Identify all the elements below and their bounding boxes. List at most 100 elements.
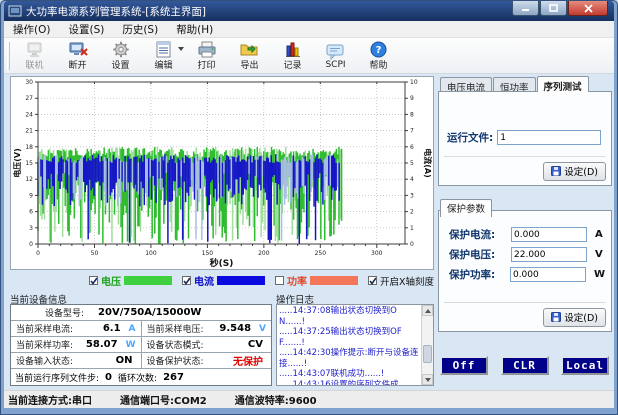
toolbar-help-button[interactable]: ? 帮助 bbox=[357, 39, 400, 73]
legend-checkbox-1[interactable] bbox=[181, 276, 191, 285]
toolbar-label: 打印 bbox=[197, 61, 216, 71]
protection-field-input[interactable] bbox=[509, 267, 586, 282]
print-icon bbox=[197, 40, 217, 58]
toolbar-label: 记录 bbox=[283, 61, 302, 71]
run-file-label: 运行文件: bbox=[447, 132, 494, 144]
legend-checkbox-2[interactable] bbox=[274, 276, 284, 285]
protection-field-unit: A bbox=[595, 229, 603, 240]
legend-label: 电流 bbox=[193, 277, 214, 288]
status-bar: 当前连接方式:串口 通信端口号:COM2 通信波特率:9600 bbox=[4, 390, 614, 408]
device-info-cell: 设备状态模式: CV bbox=[140, 337, 272, 352]
svg-text:24: 24 bbox=[25, 111, 33, 118]
legend-swatch bbox=[216, 276, 265, 285]
svg-text:27: 27 bbox=[25, 95, 33, 102]
dropdown-arrow-icon[interactable] bbox=[178, 46, 184, 51]
svg-text:4: 4 bbox=[410, 176, 414, 183]
device-info-cell: 当前采样功率: 58.07 W bbox=[11, 337, 141, 352]
menu-item-1[interactable]: 设置(S) bbox=[59, 21, 113, 38]
protection-params-panel: 保护参数 保护电流: A 保护电压: V 保护功率: W 设定(D) bbox=[438, 196, 612, 332]
disconnect-icon bbox=[68, 40, 88, 58]
protection-field-label: 保护电压: bbox=[449, 249, 496, 261]
cell-label: 设备输入状态: bbox=[16, 357, 74, 367]
svg-text:12: 12 bbox=[25, 176, 33, 183]
toolbar-scpi-button[interactable]: SCPI bbox=[314, 39, 357, 73]
close-button[interactable] bbox=[568, 1, 608, 16]
protection-field-input[interactable] bbox=[511, 247, 587, 262]
legend-checkbox-0[interactable] bbox=[88, 276, 98, 285]
toolbar-print-button[interactable]: 打印 bbox=[185, 39, 228, 73]
protection-field-unit: V bbox=[595, 249, 603, 260]
local-button[interactable]: Local bbox=[561, 356, 609, 375]
seq-step-value: 0 bbox=[105, 371, 113, 383]
status-item-2: 通信波特率:9600 bbox=[234, 396, 317, 407]
cell-unit: V bbox=[259, 323, 266, 334]
svg-text:18: 18 bbox=[25, 144, 33, 151]
svg-text:1: 1 bbox=[410, 225, 414, 232]
telemetry-chart: 0369121518212427300123456789100 50 100 150 2… bbox=[12, 79, 433, 269]
legend-axis-toggle: 开启X轴刻度 bbox=[367, 274, 434, 288]
scrollbar-thumb[interactable] bbox=[423, 345, 432, 363]
sequence-set-button[interactable]: 设定(D) bbox=[543, 162, 606, 181]
toolbar-label: 联机 bbox=[25, 61, 44, 71]
axis-toggle-checkbox[interactable] bbox=[367, 276, 377, 285]
loop-count-label: 循环次数: bbox=[118, 373, 158, 384]
svg-text:0: 0 bbox=[29, 241, 33, 248]
toolbar-settings-button[interactable]: 设置 bbox=[99, 39, 142, 73]
device-info-row: 当前采样电流: 6.1 A 当前采样电压: 9.548 V bbox=[11, 321, 271, 337]
legend-item-0: 电压 bbox=[88, 273, 172, 288]
tab-2[interactable]: 序列测试 bbox=[536, 76, 589, 93]
svg-text:3: 3 bbox=[410, 192, 414, 199]
log-scrollbar[interactable] bbox=[421, 305, 433, 385]
protection-field-label: 保护功率: bbox=[449, 269, 496, 281]
maximize-button[interactable] bbox=[540, 1, 567, 16]
toolbar-edit-button[interactable]: 编辑 bbox=[142, 39, 185, 73]
toolbar-record-button[interactable]: 记录 bbox=[271, 39, 314, 73]
protection-set-button[interactable]: 设定(D) bbox=[543, 308, 606, 327]
toolbar-connect-button[interactable]: 联机 bbox=[13, 39, 56, 73]
scpi-icon bbox=[326, 42, 345, 60]
window-title: 大功率电源系列管理系统-[系统主界面] bbox=[26, 5, 206, 18]
toolbar: 联机 断开 设置 编辑 打印 导出 记录 SCPI? 帮助 bbox=[4, 38, 614, 74]
svg-text:50: 50 bbox=[91, 250, 99, 257]
sequence-step-row: 当前运行序列文件步: 0 循环次数: 267 bbox=[11, 369, 271, 385]
legend-swatch bbox=[309, 276, 358, 285]
right-panel: 电压电流恒功率序列测试 运行文件: 设定(D) bbox=[438, 76, 615, 388]
clr-button[interactable]: CLR bbox=[500, 356, 549, 375]
protection-field-input[interactable] bbox=[511, 227, 587, 242]
svg-text:9: 9 bbox=[410, 95, 414, 102]
off-button[interactable]: Off bbox=[440, 356, 488, 375]
status-item-1: 通信端口号:COM2 bbox=[120, 396, 207, 407]
svg-text:?: ? bbox=[376, 45, 382, 56]
device-info-cell: 当前采样电压: 9.548 V bbox=[140, 321, 272, 336]
app-icon bbox=[8, 4, 22, 18]
svg-text:9: 9 bbox=[29, 192, 33, 199]
toolbar-disconnect-button[interactable]: 断开 bbox=[56, 39, 99, 73]
help-icon: ? bbox=[370, 40, 387, 58]
settings-tab-control: 电压电流恒功率序列测试 运行文件: 设定(D) bbox=[438, 76, 612, 186]
log-entry: .....14:42:30操作提示:断开与设备连接......! bbox=[279, 348, 419, 369]
chart-legend: 电压 电流 功率 开启X轴刻度 bbox=[10, 273, 434, 288]
app-window: 大功率电源系列管理系统-[系统主界面] 操作(O) 设置(S) 历史(S) 帮助(H)… bbox=[0, 0, 618, 415]
status-item-0: 当前连接方式:串口 bbox=[8, 396, 92, 407]
scroll-up-icon[interactable] bbox=[422, 305, 433, 316]
svg-text:电压(V): 电压(V) bbox=[12, 148, 22, 178]
toolbar-label: 设置 bbox=[111, 61, 130, 71]
toolbar-label: 编辑 bbox=[154, 61, 173, 71]
chart-panel: 0 3 6 9 12 15 18 21 24 27 30 0 1 2 3 4 5 6 7 8 9 10 0 50 100 150 2… bbox=[10, 76, 434, 270]
menu-item-3[interactable]: 帮助(H) bbox=[167, 21, 222, 38]
menu-item-0[interactable]: 操作(O) bbox=[4, 21, 59, 38]
minimize-button[interactable] bbox=[512, 1, 539, 16]
toolbar-grip[interactable] bbox=[7, 41, 10, 70]
run-file-input[interactable] bbox=[497, 130, 602, 145]
toolbar-export-button[interactable]: 导出 bbox=[228, 39, 271, 73]
log-entry: .....14:43:16设置的序列文件成功.......! bbox=[279, 379, 399, 386]
svg-text:秒(S): 秒(S) bbox=[210, 257, 234, 269]
menu-item-2[interactable]: 历史(S) bbox=[113, 21, 167, 38]
svg-text:250: 250 bbox=[315, 250, 327, 257]
toolbar-label: 导出 bbox=[240, 61, 259, 71]
protection-field-1: 保护电压: V bbox=[449, 247, 605, 262]
svg-text:100: 100 bbox=[145, 250, 157, 257]
scroll-down-icon[interactable] bbox=[422, 374, 433, 385]
cell-value: ON bbox=[115, 355, 133, 366]
cell-label: 设备保护状态: bbox=[146, 357, 204, 367]
